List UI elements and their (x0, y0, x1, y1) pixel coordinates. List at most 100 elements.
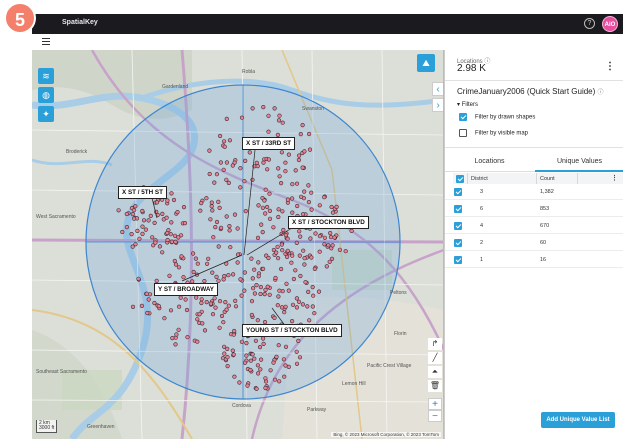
incident-marker[interactable] (182, 221, 188, 226)
incident-marker[interactable] (307, 147, 313, 152)
incident-marker[interactable] (317, 203, 322, 208)
incident-marker[interactable] (282, 374, 287, 379)
incident-marker[interactable] (214, 219, 220, 225)
incident-marker[interactable] (233, 298, 238, 303)
incident-marker[interactable] (210, 208, 215, 213)
incident-marker[interactable] (214, 172, 219, 177)
incident-marker[interactable] (116, 208, 121, 213)
incident-marker[interactable] (260, 230, 265, 235)
incident-marker[interactable] (195, 317, 200, 322)
incident-marker[interactable] (181, 205, 187, 210)
incident-marker[interactable] (328, 235, 334, 240)
incident-marker[interactable] (266, 129, 271, 134)
incident-marker[interactable] (230, 163, 235, 168)
incident-marker[interactable] (261, 104, 266, 110)
incident-marker[interactable] (221, 320, 226, 325)
incident-marker[interactable] (283, 169, 288, 174)
image-icon[interactable]: ⛰ (417, 54, 435, 72)
incident-marker[interactable] (258, 285, 263, 290)
incident-marker[interactable] (290, 210, 295, 215)
incident-marker[interactable] (169, 220, 174, 225)
more-options-icon[interactable]: ⋮ (605, 61, 615, 72)
incident-marker[interactable] (162, 316, 167, 321)
incident-marker[interactable] (244, 341, 249, 346)
incident-marker[interactable] (207, 148, 212, 153)
incident-marker[interactable] (170, 336, 175, 341)
incident-marker[interactable] (290, 319, 295, 324)
zoom-out-button[interactable]: − (428, 410, 442, 422)
incident-marker[interactable] (206, 256, 211, 261)
incident-marker[interactable] (311, 293, 316, 298)
trash-icon[interactable]: 🗑 (428, 380, 442, 392)
incident-marker[interactable] (302, 189, 307, 194)
incident-marker[interactable] (140, 208, 145, 214)
incident-marker[interactable] (223, 300, 228, 305)
incident-marker[interactable] (296, 299, 302, 304)
row-checkbox[interactable] (454, 222, 462, 230)
incident-marker[interactable] (231, 332, 236, 337)
incident-marker[interactable] (337, 247, 343, 252)
incident-marker[interactable] (306, 183, 311, 188)
incident-marker[interactable] (191, 251, 196, 256)
incident-marker[interactable] (156, 304, 161, 309)
incident-marker[interactable] (294, 361, 300, 366)
incident-marker[interactable] (263, 211, 268, 216)
incident-marker[interactable] (230, 348, 235, 353)
incident-marker[interactable] (297, 253, 302, 258)
incident-marker[interactable] (231, 272, 236, 277)
incident-marker[interactable] (210, 312, 216, 317)
incident-marker[interactable] (294, 240, 299, 245)
incident-marker[interactable] (284, 281, 289, 286)
incident-marker[interactable] (232, 328, 237, 334)
incident-marker[interactable] (205, 261, 210, 266)
layers-icon[interactable]: ≋ (38, 68, 54, 84)
incident-marker[interactable] (252, 356, 257, 361)
incident-marker[interactable] (283, 304, 288, 309)
incident-marker[interactable] (256, 274, 261, 279)
incident-marker[interactable] (290, 302, 296, 307)
incident-marker[interactable] (313, 231, 318, 236)
incident-marker[interactable] (153, 240, 158, 245)
incident-marker[interactable] (199, 297, 204, 302)
incident-marker[interactable] (195, 261, 200, 266)
incident-marker[interactable] (283, 344, 289, 349)
incident-marker[interactable] (322, 242, 327, 247)
incident-marker[interactable] (276, 294, 281, 299)
incident-marker[interactable] (239, 115, 245, 120)
incident-marker[interactable] (253, 338, 258, 343)
incident-marker[interactable] (185, 335, 190, 340)
incident-marker[interactable] (210, 270, 215, 275)
incident-marker[interactable] (232, 374, 237, 379)
incident-marker[interactable] (120, 229, 125, 235)
incident-marker[interactable] (209, 200, 214, 205)
incident-marker[interactable] (290, 253, 295, 258)
incident-marker[interactable] (267, 292, 272, 297)
incident-marker[interactable] (330, 243, 335, 248)
incident-marker[interactable] (129, 232, 134, 237)
incident-marker[interactable] (309, 207, 314, 212)
column-header-district[interactable]: District (471, 176, 488, 182)
incident-marker[interactable] (250, 177, 255, 182)
incident-marker[interactable] (279, 266, 284, 272)
incident-marker[interactable] (144, 291, 149, 296)
incident-marker[interactable] (131, 208, 137, 213)
incident-marker[interactable] (273, 377, 278, 382)
incident-marker[interactable] (160, 250, 165, 255)
incident-marker[interactable] (146, 218, 151, 223)
incident-marker[interactable] (309, 255, 314, 260)
incident-marker[interactable] (221, 277, 226, 282)
filter-visible-map[interactable]: Filter by visible map (459, 129, 528, 137)
incident-marker[interactable] (216, 244, 221, 249)
incident-marker[interactable] (271, 360, 276, 365)
incident-marker[interactable] (204, 300, 209, 305)
incident-marker[interactable] (303, 280, 308, 285)
target-icon[interactable]: ✦ (38, 106, 54, 122)
incident-marker[interactable] (222, 351, 227, 356)
row-checkbox[interactable] (454, 256, 462, 264)
incident-marker[interactable] (306, 289, 311, 294)
incident-marker[interactable] (169, 239, 174, 244)
incident-marker[interactable] (242, 360, 248, 365)
incident-marker[interactable] (260, 205, 265, 210)
incident-marker[interactable] (193, 256, 198, 261)
incident-marker[interactable] (235, 260, 240, 265)
